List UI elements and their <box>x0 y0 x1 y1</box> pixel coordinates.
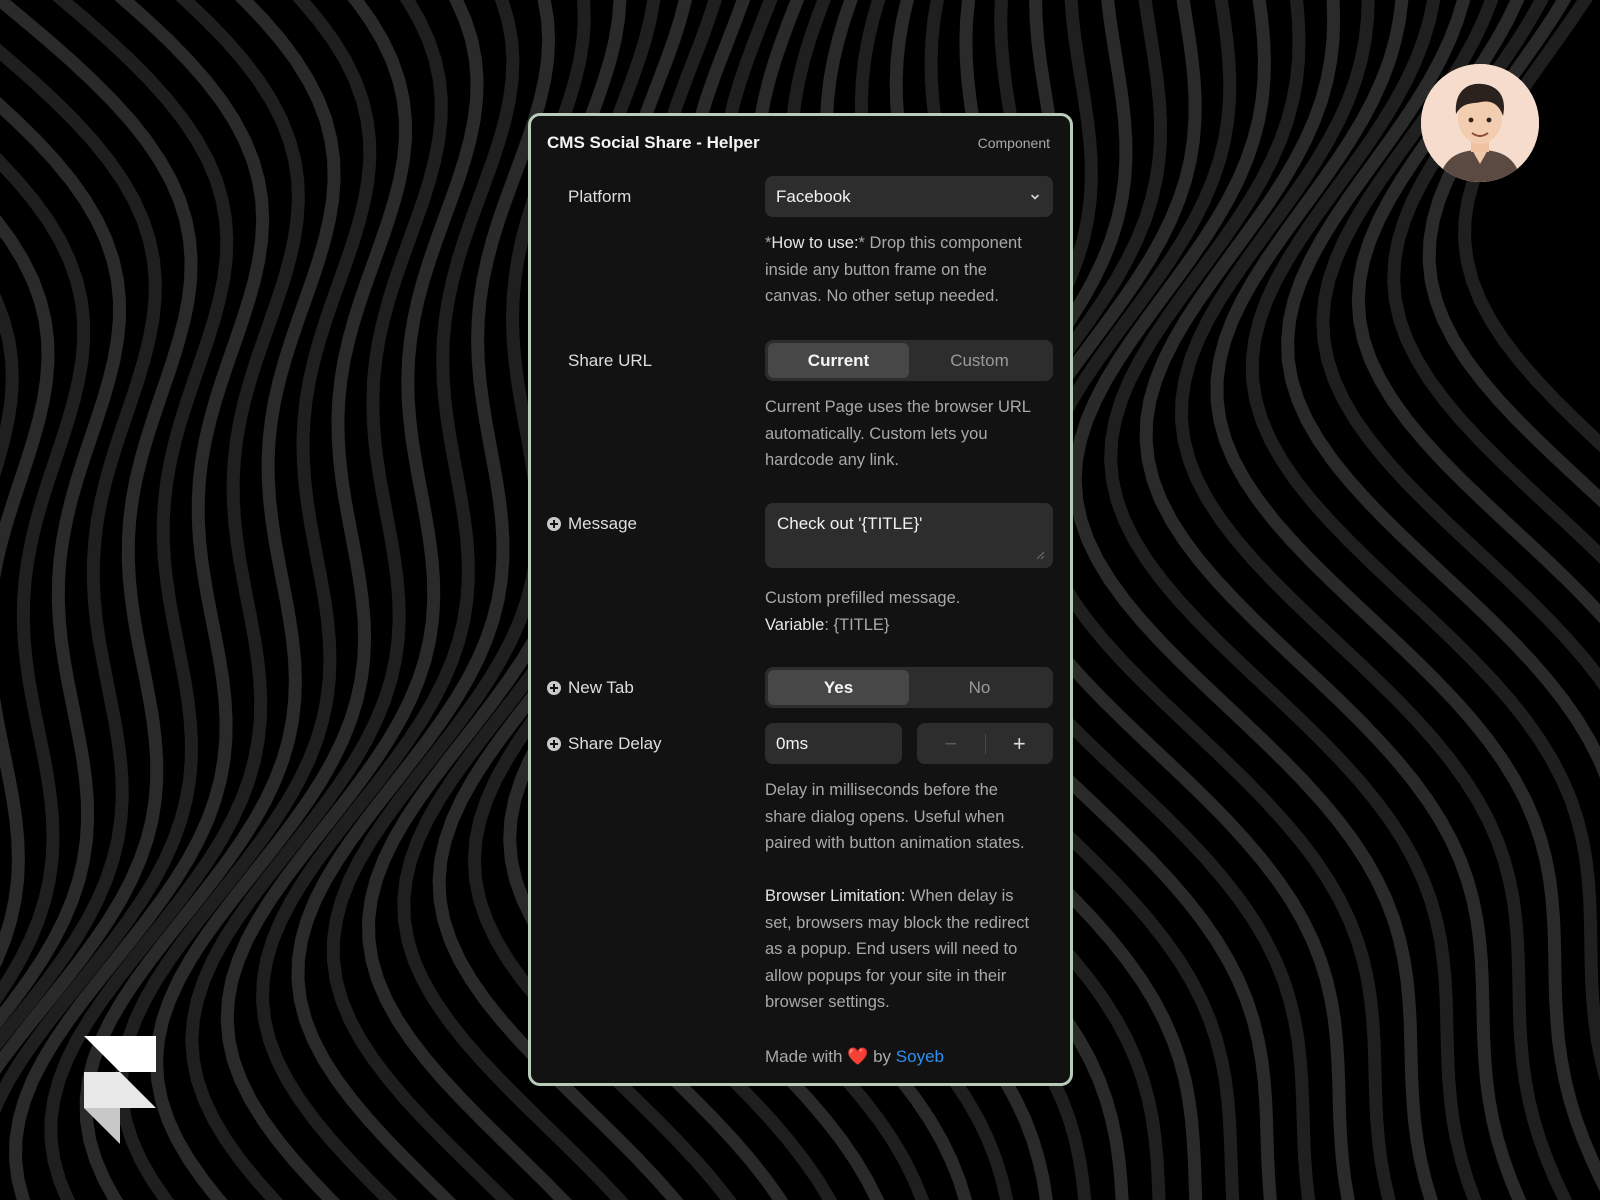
share-delay-stepper: − + <box>917 723 1053 764</box>
panel-title: CMS Social Share - Helper <box>547 133 760 152</box>
share-delay-value: 0ms <box>776 733 809 753</box>
message-label[interactable]: Message <box>547 513 637 535</box>
plus-circle-icon[interactable] <box>547 517 561 531</box>
wave-stripe <box>1387 0 1600 564</box>
author-link[interactable]: Soyeb <box>896 1047 944 1066</box>
share-delay-controls: 0ms − + <box>765 723 1053 764</box>
share-url-label-text: Share URL <box>568 351 653 370</box>
variable-label: Variable <box>765 615 825 634</box>
message-label-text: Message <box>568 514 637 533</box>
share-delay-label[interactable]: Share Delay <box>547 733 662 755</box>
share-delay-help: Delay in milliseconds before the share d… <box>765 781 1030 1011</box>
platform-label-text: Platform <box>568 187 632 206</box>
platform-help: *How to use:* Drop this component inside… <box>765 234 1022 305</box>
browser-limitation-label: Browser Limitation: <box>765 887 906 905</box>
platform-label: Platform <box>547 186 631 208</box>
framer-logo <box>84 1036 156 1144</box>
platform-value: Facebook <box>776 186 851 206</box>
new-tab-toggle[interactable]: Yes No <box>765 667 1053 708</box>
platform-select[interactable]: Facebook <box>765 176 1053 217</box>
resize-grip-icon[interactable] <box>1035 550 1045 560</box>
heart-icon: ❤️ <box>847 1047 869 1066</box>
share-url-toggle[interactable]: Current Custom <box>765 340 1053 381</box>
share-delay-label-text: Share Delay <box>568 734 662 753</box>
new-tab-yes-option[interactable]: Yes <box>768 670 909 705</box>
message-value: Check out '{TITLE}' <box>777 514 923 533</box>
new-tab-no-option[interactable]: No <box>909 670 1050 705</box>
message-textarea[interactable]: Check out '{TITLE}' <box>765 503 1053 568</box>
new-tab-label[interactable]: New Tab <box>547 677 634 699</box>
share-url-label: Share URL <box>547 350 652 372</box>
chevron-down-icon <box>1031 194 1039 200</box>
share-delay-input[interactable]: 0ms <box>765 723 902 764</box>
component-panel: CMS Social Share - Helper Component Plat… <box>528 113 1073 1086</box>
made-with-footer: Made with ❤️ by Soyeb <box>765 1047 944 1066</box>
component-tag: Component <box>977 135 1050 151</box>
new-tab-label-text: New Tab <box>568 678 634 697</box>
plus-circle-icon[interactable] <box>547 737 561 751</box>
share-url-custom-option[interactable]: Custom <box>909 343 1050 378</box>
avatar-illustration <box>1421 64 1539 182</box>
minus-icon[interactable]: − <box>917 723 985 764</box>
message-help: Custom prefilled message. Variable: {TIT… <box>765 589 961 634</box>
share-url-current-option[interactable]: Current <box>768 343 909 378</box>
share-url-help: Current Page uses the browser URL automa… <box>765 398 1031 469</box>
plus-circle-icon[interactable] <box>547 681 561 695</box>
plus-icon[interactable]: + <box>986 723 1054 764</box>
help-bold: How to use: <box>771 234 859 252</box>
panel-header: CMS Social Share - Helper Component <box>547 130 1050 156</box>
avatar[interactable] <box>1421 64 1539 182</box>
